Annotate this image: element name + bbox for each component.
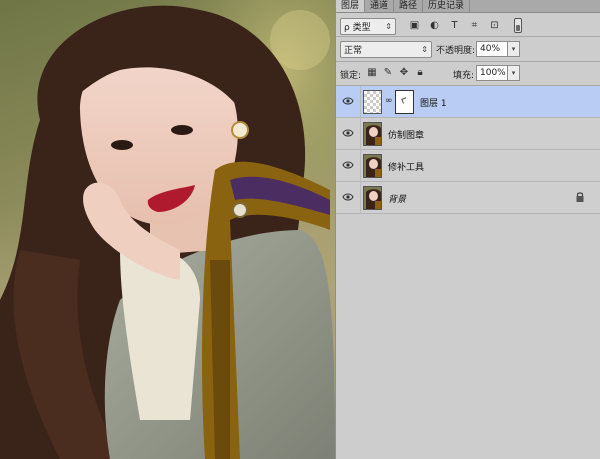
- portrait-thumbnail: [364, 187, 381, 209]
- opacity-label: 不透明度:: [436, 46, 476, 56]
- layer-thumbnail[interactable]: [363, 122, 382, 146]
- tab-channels[interactable]: 通道: [365, 0, 395, 12]
- layer-mask-thumbnail[interactable]: [395, 90, 414, 114]
- fill-input[interactable]: 100%: [476, 65, 508, 81]
- image-filter-icon[interactable]: ▣: [408, 18, 421, 32]
- tab-layers[interactable]: 图层: [336, 0, 366, 12]
- shape-filter-icon[interactable]: ⌗: [468, 18, 481, 32]
- portrait-photo: [0, 0, 335, 459]
- eye-icon[interactable]: [342, 128, 354, 138]
- chevron-updown-icon: ⇕: [421, 44, 428, 54]
- opacity-input[interactable]: 40%: [476, 41, 508, 57]
- blend-row: 正常 ⇕ 不透明度: 40% ▾: [336, 37, 600, 61]
- lock-transparent-pixels-icon[interactable]: ▦: [366, 66, 378, 78]
- layer-name[interactable]: 背景: [388, 192, 406, 205]
- filter-row: ρ 类型 ⇕ ▣ ◐ T ⌗ ⊡: [336, 14, 600, 38]
- divider: [360, 150, 361, 182]
- tab-history[interactable]: 历史记录: [423, 0, 471, 12]
- layer-thumbnail[interactable]: [363, 154, 382, 178]
- tab-paths[interactable]: 路径: [394, 0, 424, 12]
- chevron-updown-icon: ⇕: [385, 21, 392, 31]
- lock-image-pixels-icon[interactable]: ✎: [382, 66, 394, 78]
- adjustment-filter-icon[interactable]: ◐: [428, 18, 441, 32]
- layer-row-background[interactable]: 背景: [336, 182, 600, 214]
- lock-row: 锁定: ▦ ✎ ✥ 🔒︎ 填充: 100% ▾: [336, 61, 600, 85]
- type-filter-icon[interactable]: T: [448, 18, 461, 32]
- portrait-thumbnail: [364, 155, 381, 177]
- opacity-dropdown-button[interactable]: ▾: [508, 41, 520, 57]
- layer-row-clone-stamp[interactable]: 仿制图章: [336, 118, 600, 150]
- blend-mode-value: 正常: [344, 45, 363, 56]
- layers-list: ∞ 图层 1 仿制图章 修补工具 背景: [336, 86, 600, 214]
- lock-label: 锁定:: [340, 71, 362, 81]
- layer-name[interactable]: 修补工具: [388, 160, 424, 173]
- divider: [360, 86, 361, 118]
- filter-kind-label: ρ 类型: [344, 22, 371, 33]
- document-canvas[interactable]: [0, 0, 335, 459]
- eye-icon[interactable]: [342, 192, 354, 202]
- divider: [360, 118, 361, 150]
- layers-panel: 图层 通道 路径 历史记录 ρ 类型 ⇕ ▣ ◐ T ⌗ ⊡ 正常 ⇕ 不透明度…: [335, 0, 600, 459]
- smart-object-filter-icon[interactable]: ⊡: [488, 18, 501, 32]
- layer-name[interactable]: 仿制图章: [388, 128, 424, 141]
- lock-icon: [576, 192, 584, 202]
- fill-dropdown-button[interactable]: ▾: [508, 65, 520, 81]
- filter-toggle-switch[interactable]: [514, 18, 522, 33]
- layer-row-layer-1[interactable]: ∞ 图层 1: [336, 86, 600, 118]
- fill-label: 填充:: [453, 71, 475, 81]
- eye-icon[interactable]: [342, 160, 354, 170]
- layer-thumbnail[interactable]: [363, 90, 382, 114]
- filter-kind-select[interactable]: ρ 类型 ⇕: [340, 17, 396, 35]
- panel-tabs: 图层 通道 路径 历史记录: [336, 0, 600, 13]
- lock-position-icon[interactable]: ✥: [398, 66, 410, 78]
- blend-mode-select[interactable]: 正常 ⇕: [340, 40, 432, 58]
- layer-thumbnail[interactable]: [363, 186, 382, 210]
- layer-name[interactable]: 图层 1: [420, 96, 447, 109]
- eye-icon[interactable]: [342, 96, 354, 106]
- portrait-thumbnail: [364, 123, 381, 145]
- divider: [360, 182, 361, 214]
- lock-all-icon[interactable]: 🔒︎: [414, 66, 426, 78]
- layer-row-patch-tool[interactable]: 修补工具: [336, 150, 600, 182]
- link-chain-icon[interactable]: ∞: [385, 96, 393, 106]
